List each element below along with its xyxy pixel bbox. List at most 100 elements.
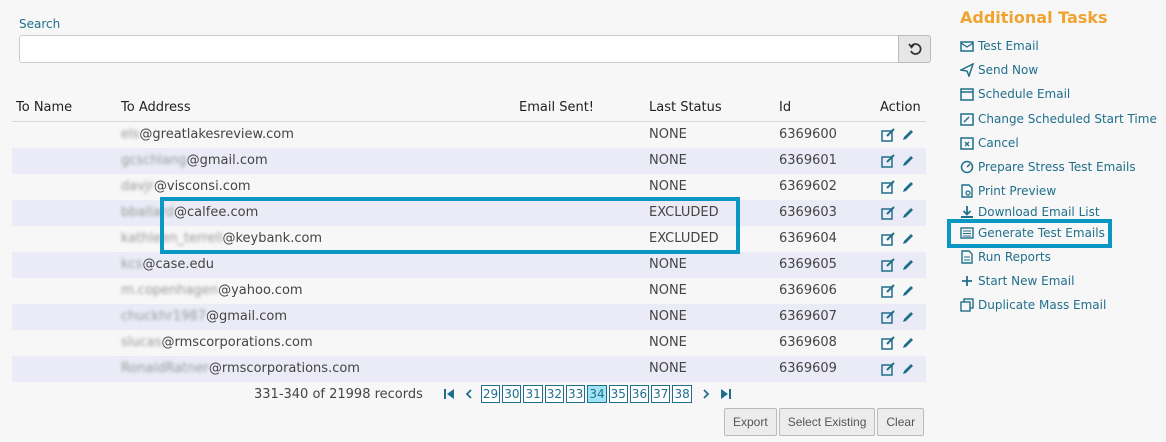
search-input[interactable] (19, 35, 899, 63)
generate-test-emails-highlight (947, 219, 1112, 248)
task-test-email[interactable]: Test Email (960, 37, 1039, 55)
page-36-link[interactable]: 36 (629, 385, 650, 403)
pencil-icon[interactable] (900, 231, 916, 247)
table-row[interactable]: chuckhr1987@gmail.com NONE 6369607 (12, 303, 926, 330)
action-cell (876, 303, 926, 330)
task-start-new-email[interactable]: Start New Email (960, 272, 1074, 290)
task-send-now[interactable]: Send Now (960, 61, 1038, 79)
additional-tasks-title: Additional Tasks (960, 8, 1108, 27)
col-last-status[interactable]: Last Status (645, 95, 775, 122)
pencil-icon[interactable] (900, 309, 916, 325)
search-label: Search (19, 17, 61, 31)
edit-square-icon[interactable] (880, 309, 896, 325)
table-row[interactable]: els@greatlakesreview.com NONE 6369600 (12, 121, 926, 148)
action-cell (876, 277, 926, 304)
task-label: Send Now (978, 63, 1039, 77)
calendar-edit-icon (960, 112, 974, 126)
copy-icon (960, 298, 974, 312)
task-cancel[interactable]: Cancel (960, 134, 1019, 152)
last-status-cell: NONE (645, 303, 775, 330)
table-row[interactable]: kcs@case.edu NONE 6369605 (12, 251, 926, 278)
email-domain: @rmscorporations.com (208, 361, 360, 376)
page-38-link[interactable]: 38 (672, 385, 692, 403)
email-domain: @rmscorporations.com (161, 335, 313, 350)
email-domain: @yahoo.com (218, 283, 303, 298)
page-30-link[interactable]: 30 (502, 385, 522, 403)
previous-page-icon[interactable] (461, 385, 477, 403)
page-33-link[interactable]: 33 (566, 385, 586, 403)
id-cell: 6369602 (775, 173, 876, 200)
edit-square-icon[interactable] (880, 231, 896, 247)
col-email-sent[interactable]: Email Sent! (515, 95, 645, 122)
table-row[interactable]: RonaldRatner@rmscorporations.com NONE 63… (12, 355, 926, 382)
page-31-link[interactable]: 31 (523, 385, 543, 403)
pencil-icon[interactable] (900, 153, 916, 169)
edit-square-icon[interactable] (880, 153, 896, 169)
export-button[interactable]: Export (724, 408, 777, 436)
edit-square-icon[interactable] (880, 361, 896, 377)
next-page-icon[interactable] (698, 385, 714, 403)
table-header-row: To Name To Address Email Sent! Last Stat… (12, 95, 926, 122)
task-run-reports[interactable]: Run Reports (960, 248, 1051, 266)
email-sent-cell (515, 147, 645, 174)
to-name-cell (12, 121, 117, 148)
pencil-icon[interactable] (900, 335, 916, 351)
last-page-icon[interactable] (718, 385, 734, 403)
last-status-cell: NONE (645, 355, 775, 382)
task-label: Cancel (978, 136, 1019, 150)
edit-square-icon[interactable] (880, 335, 896, 351)
id-cell: 6369606 (775, 277, 876, 304)
redacted-local-part: m.copenhagen (121, 283, 219, 298)
col-to-name[interactable]: To Name (12, 95, 117, 122)
pencil-icon[interactable] (900, 361, 916, 377)
first-page-icon[interactable] (441, 385, 457, 403)
action-cell (876, 121, 926, 148)
edit-square-icon[interactable] (880, 257, 896, 273)
to-name-cell (12, 173, 117, 200)
select-existing-button[interactable]: Select Existing (778, 408, 876, 436)
to-address-cell: m.copenhagen@yahoo.com (117, 277, 515, 304)
pencil-icon[interactable] (900, 205, 916, 221)
col-id[interactable]: Id (775, 95, 876, 122)
to-address-cell: slucas@rmscorporations.com (117, 329, 515, 356)
page-32-link[interactable]: 32 (544, 385, 565, 403)
page-35-link[interactable]: 35 (608, 385, 628, 403)
page-37-link[interactable]: 37 (651, 385, 671, 403)
pencil-icon[interactable] (900, 127, 916, 143)
edit-square-icon[interactable] (880, 179, 896, 195)
table-row[interactable]: m.copenhagen@yahoo.com NONE 6369606 (12, 277, 926, 304)
calendar-icon (960, 87, 974, 101)
task-schedule-email[interactable]: Schedule Email (960, 85, 1070, 103)
col-to-address[interactable]: To Address (117, 95, 515, 122)
task-print-preview[interactable]: Print Preview (960, 182, 1056, 200)
to-address-cell: davjr@visconsi.com (117, 173, 515, 200)
task-duplicate-mass-email[interactable]: Duplicate Mass Email (960, 296, 1106, 314)
task-label: Change Scheduled Start Time (978, 112, 1157, 126)
redacted-local-part: kcs (121, 257, 143, 272)
table-row[interactable]: slucas@rmscorporations.com NONE 6369608 (12, 329, 926, 356)
redacted-local-part: RonaldRatner (121, 361, 209, 376)
last-status-cell: NONE (645, 277, 775, 304)
to-name-cell (12, 329, 117, 356)
task-change-scheduled-start-time[interactable]: Change Scheduled Start Time (960, 110, 1157, 128)
clear-button[interactable]: Clear (877, 408, 925, 436)
pencil-icon[interactable] (900, 179, 916, 195)
report-icon (960, 250, 974, 264)
edit-square-icon[interactable] (880, 283, 896, 299)
page-29-link[interactable]: 29 (480, 385, 501, 403)
pencil-icon[interactable] (900, 257, 916, 273)
task-prepare-stress-test-emails[interactable]: Prepare Stress Test Emails (960, 158, 1136, 176)
edit-square-icon[interactable] (880, 205, 896, 221)
task-label: Download Email List (978, 205, 1100, 219)
download-icon (960, 205, 974, 219)
last-status-cell: NONE (645, 329, 775, 356)
edit-square-icon[interactable] (880, 127, 896, 143)
pencil-icon[interactable] (900, 283, 916, 299)
page-34-link[interactable]: 34 (587, 385, 607, 403)
redacted-local-part: slucas (121, 335, 162, 350)
table-row[interactable]: gcschlang@gmail.com NONE 6369601 (12, 147, 926, 174)
reset-search-button[interactable] (898, 35, 931, 63)
task-label: Test Email (978, 39, 1039, 53)
task-label: Start New Email (978, 274, 1075, 288)
table-row[interactable]: davjr@visconsi.com NONE 6369602 (12, 173, 926, 200)
